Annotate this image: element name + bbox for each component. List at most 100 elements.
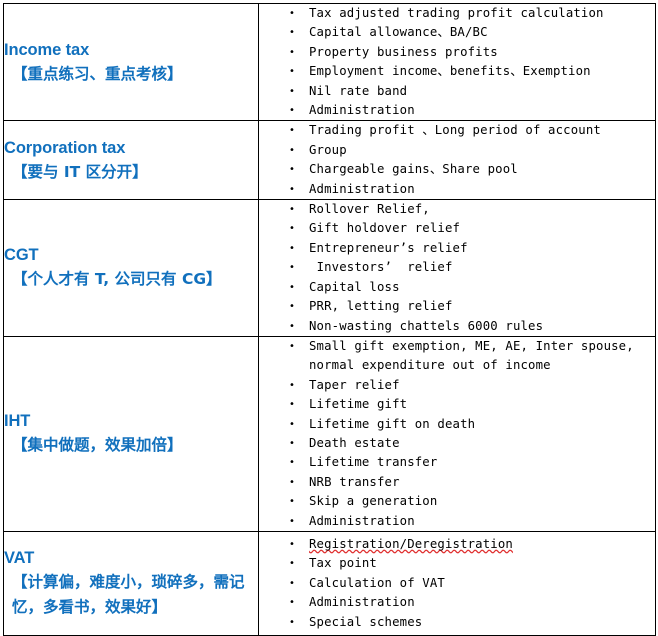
list-item: • Non-wasting chattels 6000 rules [259,317,655,336]
list-item: • Tax point [259,554,655,573]
bullet-icon: • [289,125,296,137]
points-cell-corporation-tax: • Trading profit 、Long period of account … [258,120,656,201]
topic-cell-vat: VAT 【计算偏，难度小，琐碎多，需记忆，多看书，效果好】 [3,530,259,636]
topic-note-cn: 【重点练习、重点考核】 [12,64,183,83]
point-text: Entrepreneur’s relief [309,240,468,255]
point-text: Capital allowance、BA/BC [309,25,488,40]
bullet-icon: • [289,262,296,274]
point-text: NRB transfer [309,474,400,489]
topic-cell-iht: IHT 【集中做题，效果加倍】 [3,335,259,532]
list-item: • Administration [259,593,655,612]
list-item: • Trading profit 、Long period of account [259,121,655,140]
table-row: CGT 【个人才有 T, 公司只有 CG】 • Rollover Relief, … [3,199,656,337]
table-row: Corporation tax 【要与 IT 区分开】 • Trading pro… [3,120,656,201]
topic-note-cn: 【集中做题，效果加倍】 [12,436,183,455]
topic-note-cn: 【计算偏，难度小，琐碎多，需记忆，多看书，效果好】 [12,573,245,617]
list-item: • Administration [259,512,655,531]
point-text: Property business profits [309,44,498,59]
point-text: Special schemes [309,614,423,629]
bullet-icon: • [289,164,296,176]
list-item: • NRB transfer [259,473,655,492]
list-item: • Lifetime transfer [259,453,655,472]
bullet-icon: • [289,281,296,293]
bullet-icon: • [289,8,296,19]
points-cell-vat: • Registration/Deregistration • Tax point … [258,530,656,636]
bullet-icon: • [289,105,296,117]
list-item: • Property business profits [259,43,655,62]
bullet-icon: • [289,558,296,570]
points-list: • Trading profit 、Long period of account … [259,121,655,199]
bullet-icon: • [289,496,296,508]
point-text: Administration [309,595,415,610]
points-list: • Rollover Relief, • Gift holdover relief … [259,200,655,336]
table-row: VAT 【计算偏，难度小，琐碎多，需记忆，多看书，效果好】 • Registrat… [3,530,656,636]
bullet-icon: • [289,46,296,58]
points-cell-cgt: • Rollover Relief, • Gift holdover relief … [258,199,656,337]
bullet-icon: • [289,437,296,449]
list-item: • Administration [259,180,655,199]
table-row: Income tax 【重点练习、重点考核】 • Tax adjusted tra… [3,2,656,122]
list-item: • Employment income、benefits、Exemption [259,62,655,81]
topic-title-en: IHT [4,412,31,431]
point-text: Skip a generation [309,494,438,509]
points-list: • Small gift exemption, ME, AE, Inter spo… [259,337,655,531]
topic-note-cn: 【个人才有 T, 公司只有 CG】 [12,270,222,289]
bullet-icon: • [289,27,296,39]
bullet-icon: • [289,223,296,235]
bullet-icon: • [289,476,296,488]
bullet-icon: • [289,457,296,469]
point-text: Employment income、benefits、Exemption [309,64,591,79]
points-cell-income-tax: • Tax adjusted trading profit calculation… [258,2,656,122]
point-text: Gift holdover relief [309,221,461,236]
list-item: • Lifetime gift on death [259,415,655,434]
point-text: PRR, letting relief [309,299,453,314]
list-item: • Calculation of VAT [259,574,655,593]
topic-cell-cgt: CGT 【个人才有 T, 公司只有 CG】 [3,199,259,337]
list-item: • Small gift exemption, ME, AE, Inter spo… [259,337,655,376]
bullet-icon: • [289,242,296,254]
point-text: Administration [309,103,415,118]
point-text: Rollover Relief, [309,202,430,217]
list-item: • Rollover Relief, [259,200,655,219]
bullet-icon: • [289,66,296,78]
bullet-icon: • [289,399,296,411]
topic-title-en: VAT [4,549,35,568]
topic-cell-corporation-tax: Corporation tax 【要与 IT 区分开】 [3,120,259,201]
list-item: • PRR, letting relief [259,297,655,316]
point-text: Nil rate band [309,83,408,98]
points-list: • Registration/Deregistration • Tax point … [259,535,655,632]
points-cell-iht: • Small gift exemption, ME, AE, Inter spo… [258,335,656,532]
point-text: Trading profit 、Long period of account [309,123,601,138]
point-text: Investors’ relief [309,260,453,275]
list-item: • Death estate [259,434,655,453]
topic-title-en: Income tax [4,40,90,59]
bullet-icon: • [289,85,296,97]
list-item: • Chargeable gains、Share pool [259,160,655,179]
list-item: • Gift holdover relief [259,219,655,238]
document-page: Income tax 【重点练习、重点考核】 • Tax adjusted tra… [0,0,658,636]
bullet-icon: • [289,379,296,391]
point-text: Taper relief [309,377,400,392]
list-item: • Taper relief [259,376,655,395]
list-item: • Group [259,141,655,160]
point-text: Non-wasting chattels 6000 rules [309,318,544,333]
bullet-icon: • [289,577,296,589]
list-item: • Tax adjusted trading profit calculation [259,4,655,23]
list-item: • Lifetime gift [259,395,655,414]
point-text: Administration [309,513,415,528]
point-text: Lifetime gift on death [309,416,476,431]
point-text: Lifetime gift [309,397,408,412]
point-text: Tax point [309,556,377,571]
point-text: Death estate [309,435,400,450]
point-text: Registration/Deregistration [309,536,513,551]
bullet-icon: • [289,320,296,332]
topic-note-cn: 【要与 IT 区分开】 [12,162,148,181]
point-text: Lifetime transfer [309,455,438,470]
bullet-icon: • [289,340,296,352]
list-item: • Administration [259,101,655,120]
table-body: Income tax 【重点练习、重点考核】 • Tax adjusted tra… [3,2,656,636]
tax-topics-table: Income tax 【重点练习、重点考核】 • Tax adjusted tra… [3,2,656,636]
bullet-icon: • [289,144,296,156]
point-text: Capital loss [309,279,400,294]
list-item: • Nil rate band [259,82,655,101]
